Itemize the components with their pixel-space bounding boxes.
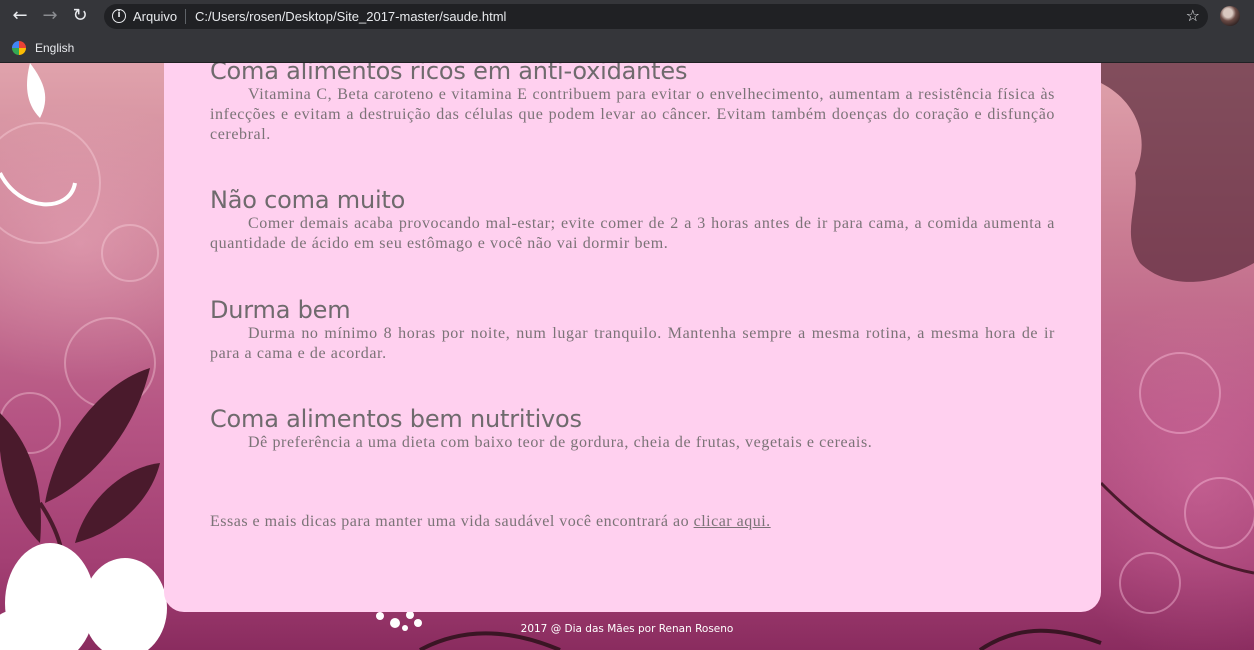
browser-toolbar: ← → ↻ i Arquivo C:/Users/rosen/Desktop/S… (0, 0, 1254, 33)
info-icon[interactable]: i (112, 9, 126, 23)
site-info-label[interactable]: Arquivo (133, 9, 177, 24)
reload-icon[interactable]: ↻ (69, 5, 91, 27)
bookmarks-bar: English (0, 33, 1254, 63)
tip-section: Durma bem Durma no mínimo 8 horas por no… (210, 296, 1055, 364)
tip-title: Coma alimentos bem nutritivos (210, 405, 582, 433)
more-tips-link[interactable]: clicar aqui. (694, 513, 771, 530)
tip-section: Coma alimentos bem nutritivos Dê preferê… (210, 405, 1055, 453)
silhouette-shape (1101, 63, 1254, 282)
tip-text: Dê preferência a uma dieta com baixo teo… (248, 434, 873, 451)
white-leaf (27, 63, 46, 118)
tip-section: Coma alimentos ricos em anti-oxidantes V… (210, 63, 1055, 145)
white-swirl (0, 172, 77, 207)
bookmark-favicon-icon (12, 41, 26, 55)
bookmark-star-icon[interactable]: ☆ (1186, 6, 1200, 25)
content-card: Coma alimentos ricos em anti-oxidantes V… (164, 63, 1101, 612)
tip-text: Durma no mínimo 8 horas por noite, num l… (210, 325, 1055, 362)
tip-section: Não coma muito Comer demais acaba provoc… (210, 186, 1055, 254)
profile-avatar[interactable] (1220, 6, 1240, 26)
bookmark-english[interactable]: English (12, 39, 74, 57)
page-viewport: Coma alimentos ricos em anti-oxidantes V… (0, 63, 1254, 650)
dark-leaf (75, 463, 160, 543)
tip-text: Vitamina C, Beta caroteno e vitamina E c… (210, 86, 1055, 143)
closing-text: Essas e mais dicas para manter uma vida … (210, 513, 694, 530)
tip-title: Coma alimentos ricos em anti-oxidantes (210, 63, 688, 85)
tip-title: Durma bem (210, 296, 351, 324)
url-text[interactable]: C:/Users/rosen/Desktop/Site_2017-master/… (195, 9, 506, 24)
closing-paragraph: Essas e mais dicas para manter uma vida … (210, 513, 771, 531)
dark-leaf (0, 413, 41, 543)
page-footer: 2017 @ Dia das Mães por Renan Roseno (520, 623, 734, 635)
forward-icon[interactable]: → (39, 5, 61, 27)
address-separator (185, 9, 186, 24)
tip-title: Não coma muito (210, 186, 406, 214)
back-icon[interactable]: ← (9, 5, 31, 27)
bookmark-label: English (35, 41, 75, 55)
tip-text: Comer demais acaba provocando mal-estar;… (210, 215, 1055, 252)
address-bar[interactable]: i Arquivo C:/Users/rosen/Desktop/Site_20… (104, 4, 1208, 29)
